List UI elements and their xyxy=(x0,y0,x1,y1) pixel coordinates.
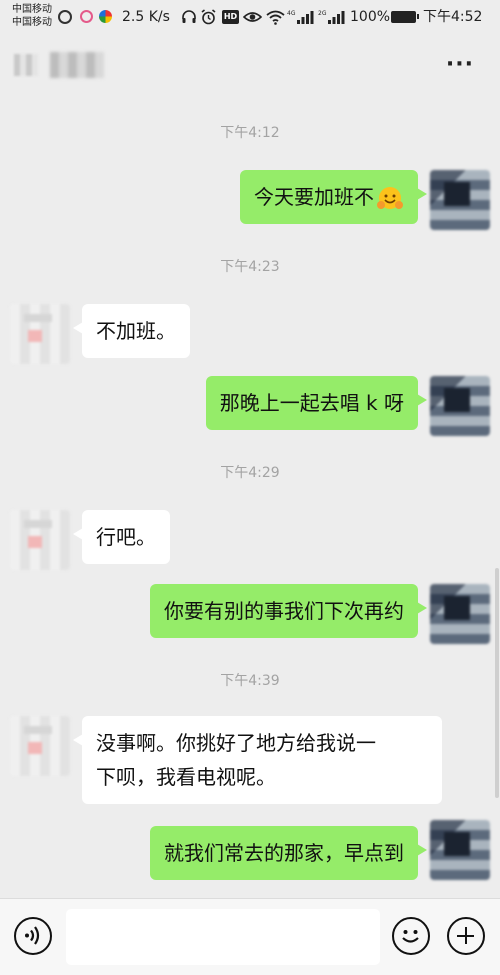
browser-icon xyxy=(99,10,112,23)
message-text: 行吧。 xyxy=(96,525,156,549)
app-notification-icon xyxy=(80,10,93,23)
signal-2g-icon: 2G xyxy=(318,9,346,25)
hd-voice-icon: HD xyxy=(222,10,239,24)
message-text: 你要有别的事我们下次再约 xyxy=(164,599,404,623)
svg-text:4G: 4G xyxy=(287,10,296,17)
wifi-icon xyxy=(266,9,285,25)
contact-avatar[interactable] xyxy=(10,304,70,364)
self-avatar[interactable] xyxy=(430,820,490,880)
message-incoming[interactable]: 不加班。 xyxy=(73,304,190,358)
timestamp: 下午4:29 xyxy=(220,465,280,481)
network-speed: 2.5 K/s xyxy=(122,9,170,25)
carrier-label-1: 中国移动 xyxy=(12,4,52,15)
signal-4g-icon: 4G xyxy=(287,9,315,25)
message-incoming[interactable]: 没事啊。你挑好了地方给我说一 下呗，我看电视呢。 xyxy=(73,716,442,804)
status-bar: 中国移动 中国移动 2.5 K/s HD 4G 2G 100% 下午4:52 xyxy=(0,0,500,36)
voice-button[interactable] xyxy=(14,917,52,955)
message-text: 就我们常去的那家，早点到 xyxy=(164,841,404,865)
contact-avatar[interactable] xyxy=(10,510,70,570)
timestamp: 下午4:12 xyxy=(220,125,280,141)
status-clock: 下午4:52 xyxy=(423,9,483,25)
message-outgoing[interactable]: 你要有别的事我们下次再约 xyxy=(150,584,427,638)
input-bar xyxy=(0,898,500,975)
alarm-icon xyxy=(200,9,217,25)
emoji-button[interactable] xyxy=(392,917,430,955)
svg-text:2G: 2G xyxy=(318,10,327,17)
scrollbar[interactable] xyxy=(495,568,499,798)
headset-icon xyxy=(181,9,197,25)
message-outgoing[interactable]: 那晚上一起去唱 k 呀 xyxy=(205,376,428,430)
contact-avatar[interactable] xyxy=(10,716,70,776)
battery-icon xyxy=(391,11,419,23)
plus-button[interactable] xyxy=(447,917,485,955)
message-outgoing[interactable]: 今天要加班不 xyxy=(240,170,427,224)
message-incoming[interactable]: 行吧。 xyxy=(73,510,170,564)
self-avatar[interactable] xyxy=(430,584,490,644)
message-text-line: 没事啊。你挑好了地方给我说一 xyxy=(96,731,376,755)
back-button[interactable] xyxy=(14,54,38,76)
message-text: 不加班。 xyxy=(96,319,176,343)
voice-icon xyxy=(25,926,40,945)
message-text: 今天要加班不 xyxy=(254,185,374,209)
carrier-label-2: 中国移动 xyxy=(12,17,52,28)
timestamp: 下午4:23 xyxy=(220,259,280,275)
eye-comfort-icon xyxy=(242,9,263,25)
message-text: 那晚上一起去唱 k 呀 xyxy=(219,391,404,415)
chat-header: ··· xyxy=(0,36,500,98)
self-avatar[interactable] xyxy=(430,376,490,436)
more-icon[interactable]: ··· xyxy=(446,54,474,76)
chat-area[interactable]: 下午4:12 今天要加班不 下午4:23 不加班。 那晚上一起去唱 k 呀 下午… xyxy=(0,98,500,898)
self-avatar[interactable] xyxy=(430,170,490,230)
message-text-line: 下呗，我看电视呢。 xyxy=(96,765,276,789)
sync-icon xyxy=(58,10,72,24)
emoji-icon xyxy=(402,930,419,943)
message-outgoing[interactable]: 就我们常去的那家，早点到 xyxy=(150,826,427,880)
timestamp: 下午4:39 xyxy=(220,673,280,689)
message-input[interactable] xyxy=(66,909,380,965)
battery-percent: 100% xyxy=(350,9,391,25)
hug-emoji-icon xyxy=(377,186,403,209)
contact-name xyxy=(50,52,104,78)
